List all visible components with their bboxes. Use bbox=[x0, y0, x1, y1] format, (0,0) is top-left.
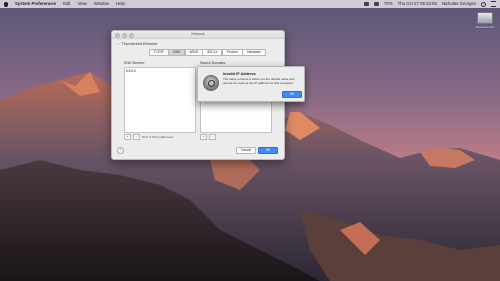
desktop-disk[interactable]: Macintosh HD bbox=[475, 12, 495, 32]
search-domains-label: Search Domains: bbox=[200, 61, 227, 65]
remove-domain-button[interactable]: − bbox=[209, 134, 216, 140]
alert-message: The value entered is either not the defa… bbox=[223, 77, 295, 85]
tab-bar: TCP/IP DNS WINS 802.1X Proxies Hardware bbox=[148, 49, 266, 56]
add-domain-button[interactable]: + bbox=[200, 134, 207, 140]
dns-servers-list[interactable]: 8.8.8.8 bbox=[124, 67, 196, 133]
remove-dns-button[interactable]: − bbox=[133, 134, 140, 140]
menu-bar: System Preferences Edit View Window Help… bbox=[0, 0, 500, 8]
alert-title: Invalid IP Address bbox=[223, 72, 256, 76]
menu-window[interactable]: Window bbox=[94, 0, 109, 8]
tab-hardware[interactable]: Hardware bbox=[242, 49, 266, 56]
ipv-note: IPv4 or IPv6 addresses bbox=[142, 135, 174, 139]
interface-header: ‹› Thunderbolt Ethernet bbox=[117, 41, 157, 46]
search-domains-controls: + − bbox=[200, 134, 216, 140]
tab-proxies[interactable]: Proxies bbox=[221, 49, 243, 56]
dns-servers-controls: + − IPv4 or IPv6 addresses bbox=[124, 134, 173, 140]
window-title: Network bbox=[191, 32, 205, 36]
spotlight-icon[interactable] bbox=[481, 1, 486, 7]
tab-dns[interactable]: DNS bbox=[168, 49, 186, 56]
wifi-icon[interactable] bbox=[374, 2, 380, 6]
back-chevron-icon[interactable]: ‹› bbox=[117, 41, 120, 46]
menu-edit[interactable]: Edit bbox=[63, 0, 70, 8]
status-icon[interactable] bbox=[364, 2, 370, 6]
tab-wins[interactable]: WINS bbox=[184, 49, 203, 56]
menu-view[interactable]: View bbox=[78, 0, 87, 8]
hard-drive-icon bbox=[477, 12, 493, 24]
clock[interactable]: Thu Oct 27 06:34:05 bbox=[398, 0, 437, 8]
network-icon bbox=[203, 75, 219, 91]
disk-label: Macintosh HD bbox=[475, 25, 495, 29]
user-name[interactable]: Nicholas Georges bbox=[442, 0, 476, 8]
tab-tcpip[interactable]: TCP/IP bbox=[148, 49, 169, 56]
dns-servers-label: DNS Servers: bbox=[124, 61, 145, 65]
tab-8021x[interactable]: 802.1X bbox=[202, 49, 223, 56]
help-icon[interactable]: ? bbox=[117, 147, 124, 154]
interface-name: Thunderbolt Ethernet bbox=[121, 41, 158, 46]
list-item[interactable]: 8.8.8.8 bbox=[125, 68, 195, 74]
app-menu[interactable]: System Preferences bbox=[15, 0, 56, 8]
apple-menu-icon[interactable] bbox=[4, 2, 8, 7]
ok-button[interactable]: OK bbox=[258, 147, 278, 154]
window-titlebar[interactable]: Network bbox=[112, 31, 284, 39]
add-dns-button[interactable]: + bbox=[124, 134, 131, 140]
notification-center-icon[interactable] bbox=[491, 1, 496, 7]
menu-help[interactable]: Help bbox=[116, 0, 125, 8]
alert-ok-button[interactable]: OK bbox=[282, 91, 302, 98]
cancel-button[interactable]: Cancel bbox=[236, 147, 256, 154]
battery-status[interactable]: 70% bbox=[384, 0, 393, 8]
